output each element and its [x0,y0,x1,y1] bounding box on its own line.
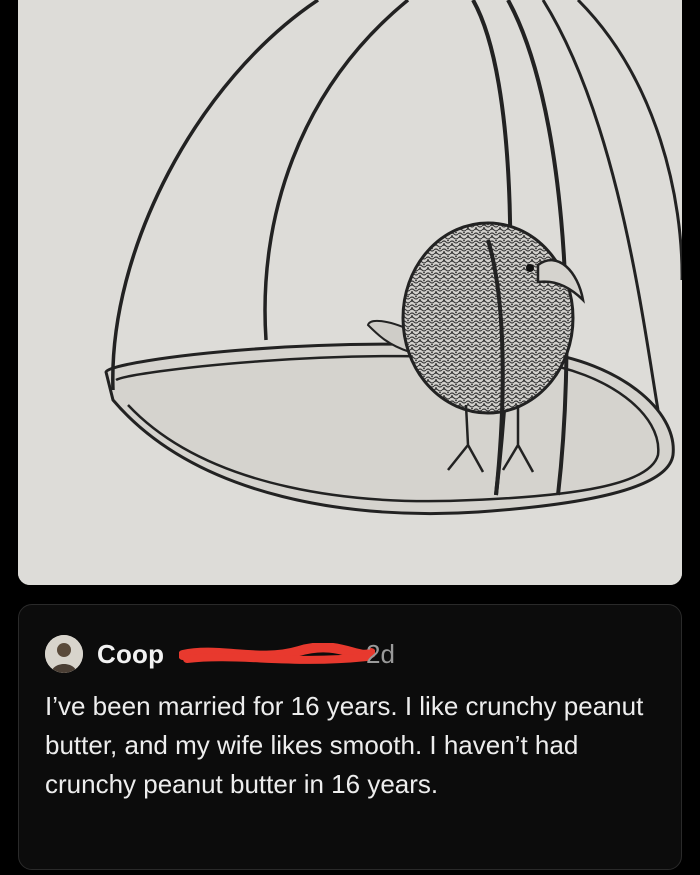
redaction-scribble [179,643,375,667]
comment-text: I’ve been married for 16 years. I like c… [45,691,644,799]
avatar[interactable] [45,635,83,673]
post-image[interactable] [18,0,682,585]
comment-timestamp: 2d [366,639,395,669]
comment-username[interactable]: Coop [97,639,164,670]
bird-cage-sketch [18,0,682,585]
comment-card: Coop 2d I’ve been married for 16 years. … [18,604,682,870]
profile-photo-icon [45,635,83,673]
